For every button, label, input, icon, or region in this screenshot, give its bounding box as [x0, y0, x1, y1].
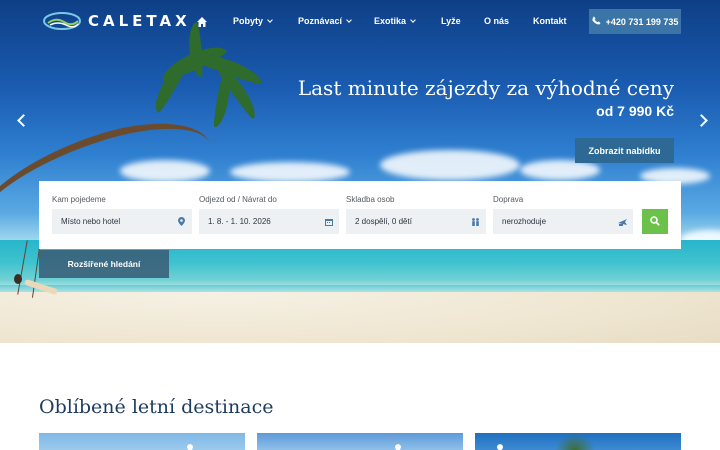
phone-button[interactable]: +420 731 199 735 — [589, 9, 681, 34]
logo-text: CALETAX — [88, 12, 191, 30]
show-offer-button[interactable]: Zobrazit nabídku — [575, 138, 674, 163]
palm-decoration — [555, 433, 595, 450]
nav-label: Exotika — [374, 16, 407, 26]
phone-icon — [592, 16, 601, 27]
dates-input[interactable]: 1. 8. - 1. 10. 2026 — [199, 209, 339, 234]
home-icon[interactable] — [197, 14, 207, 27]
destination-card-label — [497, 444, 503, 450]
nav-label: O nás — [484, 16, 510, 26]
nav-item-lyze[interactable]: Lyže — [441, 16, 461, 26]
destinations-title: Oblíbené letní destinace — [39, 396, 274, 418]
people-input[interactable]: 2 dospělí, 0 dětí — [346, 209, 486, 234]
people-label: Skladba osob — [346, 195, 395, 204]
nav-label: Poznávací — [298, 16, 343, 26]
transport-icon — [618, 217, 627, 226]
map-pin-icon — [187, 444, 193, 450]
logo-wave-icon — [42, 11, 82, 31]
slide-price: od 7 990 Kč — [596, 103, 674, 119]
destination-card[interactable] — [39, 433, 245, 450]
chevron-down-icon — [410, 16, 416, 23]
people-icon — [471, 217, 480, 226]
hero-banner — [0, 0, 720, 343]
dates-label: Odjezd od / Návrat do — [199, 195, 277, 204]
calendar-icon — [324, 217, 333, 226]
search-button[interactable] — [642, 209, 668, 234]
destination-card[interactable] — [475, 433, 681, 450]
search-icon — [650, 213, 660, 231]
transport-label: Doprava — [493, 195, 524, 204]
destination-input[interactable]: Místo nebo hotel — [52, 209, 192, 234]
destination-card-label — [395, 444, 401, 450]
chevron-down-icon — [267, 16, 273, 23]
nav-item-poznavaci[interactable]: Poznávací — [298, 16, 352, 26]
destination-label: Kam pojedeme — [52, 195, 106, 204]
nav-item-kontakt[interactable]: Kontakt — [533, 16, 567, 26]
search-panel: Kam pojedeme Místo nebo hotel Odjezd od … — [39, 181, 681, 249]
nav-label: Kontakt — [533, 16, 567, 26]
nav-item-exotika[interactable]: Exotika — [374, 16, 416, 26]
site-header: CALETAX Pobyty Poznávací Exotika Lyže O … — [0, 0, 720, 44]
nav-item-o-nas[interactable]: O nás — [484, 16, 509, 26]
people-value: 2 dospělí, 0 dětí — [355, 217, 412, 226]
destination-card[interactable] — [257, 433, 463, 450]
destination-card-label — [187, 444, 193, 450]
map-pin-icon — [497, 444, 503, 450]
nav-label: Lyže — [441, 16, 461, 26]
transport-value: nerozhoduje — [502, 217, 547, 226]
nav-label: Pobyty — [233, 16, 264, 26]
phone-number: +420 731 199 735 — [605, 16, 679, 27]
logo[interactable]: CALETAX — [42, 11, 191, 31]
destination-value: Místo nebo hotel — [61, 217, 121, 226]
advanced-search-button[interactable]: Rozšířené hledání — [39, 250, 169, 278]
dates-value: 1. 8. - 1. 10. 2026 — [208, 217, 271, 226]
nav-item-pobyty[interactable]: Pobyty — [233, 16, 273, 26]
slide-title: Last minute zájezdy za výhodné ceny — [297, 76, 674, 100]
map-pin-icon — [395, 444, 401, 450]
chevron-down-icon — [346, 16, 352, 23]
transport-select[interactable]: nerozhoduje — [493, 209, 633, 234]
map-pin-icon — [177, 217, 186, 226]
